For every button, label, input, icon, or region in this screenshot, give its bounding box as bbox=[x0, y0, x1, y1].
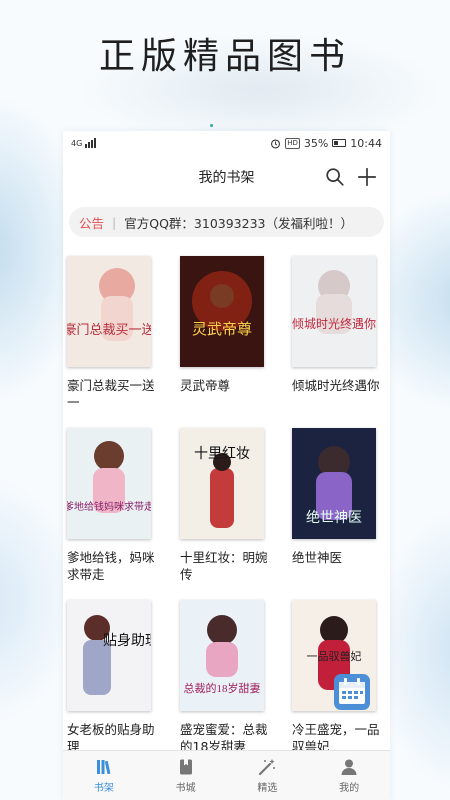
tab-mine[interactable]: 我的 bbox=[308, 751, 390, 800]
book-title: 十里红妆：明婉传 bbox=[180, 550, 268, 582]
book-item[interactable]: 倾城时光终遇你 倾城时光终遇你 bbox=[292, 256, 382, 394]
book-cover[interactable]: 爹地给钱妈咪求带走 bbox=[67, 428, 151, 539]
bottom-tab-bar: 书架 书城 精选 我的 bbox=[63, 750, 390, 800]
plus-icon[interactable] bbox=[356, 166, 378, 188]
bookshelf-icon bbox=[96, 760, 111, 775]
cover-text: 爹地给钱妈咪求带走 bbox=[67, 500, 151, 513]
app-header: 我的书架 bbox=[63, 155, 390, 199]
tab-bookshelf[interactable]: 书架 bbox=[63, 751, 145, 800]
book-cover[interactable]: 灵武帝尊 bbox=[180, 256, 264, 367]
network-type: 4G bbox=[71, 138, 83, 148]
book-cover[interactable]: 豪门总裁买一送 bbox=[67, 256, 151, 367]
battery-icon bbox=[332, 139, 347, 147]
search-icon[interactable] bbox=[324, 166, 346, 188]
calendar-icon[interactable] bbox=[333, 673, 371, 711]
book-title: 倾城时光终遇你 bbox=[292, 378, 380, 393]
alarm-icon bbox=[271, 138, 281, 148]
hd-icon: HD bbox=[285, 137, 300, 149]
notice-bar[interactable]: 公告 | 官方QQ群：310393233（发福利啦！） bbox=[69, 207, 384, 237]
tab-featured[interactable]: 精选 bbox=[227, 751, 309, 800]
notice-tag: 公告 bbox=[79, 215, 105, 231]
user-icon bbox=[341, 759, 357, 775]
book-title: 灵武帝尊 bbox=[180, 378, 231, 393]
page-title: 我的书架 bbox=[198, 170, 255, 186]
cover-text: 灵武帝尊 bbox=[192, 321, 252, 338]
tab-label: 书城 bbox=[175, 783, 196, 794]
status-bar: 4G HD 35% 10:44 bbox=[63, 131, 390, 155]
book-item[interactable]: 灵武帝尊 灵武帝尊 bbox=[180, 256, 270, 394]
cover-text: 豪门总裁买一送 bbox=[67, 322, 151, 337]
battery-percent: 35% bbox=[303, 136, 329, 150]
magic-wand-icon bbox=[259, 759, 276, 776]
cover-text: 十里红妆 bbox=[194, 446, 250, 462]
book-item[interactable]: 十里红妆 十里红妆：明婉传 bbox=[180, 428, 270, 583]
book-item[interactable]: 贴身助理 女老板的贴身助理 bbox=[67, 600, 157, 755]
book-cover[interactable]: 绝世神医 bbox=[292, 428, 376, 539]
book-item[interactable]: 豪门总裁买一送 豪门总裁买一送一 bbox=[67, 256, 157, 411]
book-title: 豪门总裁买一送一 bbox=[67, 378, 155, 410]
book-title: 绝世神医 bbox=[292, 550, 343, 565]
cover-text: 总裁的18岁甜妻 bbox=[184, 681, 261, 695]
clock-time: 10:44 bbox=[350, 136, 382, 150]
book-item[interactable]: 总裁的18岁甜妻 盛宠蜜爱：总裁的18岁甜妻 bbox=[180, 600, 270, 755]
tab-label: 精选 bbox=[257, 783, 278, 794]
book-item[interactable]: 爹地给钱妈咪求带走 爹地给钱，妈咪求带走 bbox=[67, 428, 157, 583]
cover-text: 贴身助理 bbox=[103, 633, 151, 649]
book-cover[interactable]: 倾城时光终遇你 bbox=[292, 256, 376, 367]
book-cover[interactable]: 贴身助理 bbox=[67, 600, 151, 711]
book-item[interactable]: 绝世神医 绝世神医 bbox=[292, 428, 382, 566]
cover-text: 一品驭兽妃 bbox=[307, 649, 362, 663]
banner-title: 正版精品图书 bbox=[98, 36, 351, 77]
promo-banner: 正版精品图书 bbox=[0, 0, 450, 128]
cover-text: 倾城时光终遇你 bbox=[292, 316, 376, 331]
book-title: 爹地给钱，妈咪求带走 bbox=[67, 550, 155, 582]
notice-text: 官方QQ群：310393233（发福利啦！） bbox=[124, 215, 353, 231]
tab-bookstore[interactable]: 书城 bbox=[145, 751, 227, 800]
cover-text: 绝世神医 bbox=[306, 510, 362, 526]
book-cover[interactable]: 十里红妆 bbox=[180, 428, 264, 539]
signal-icon bbox=[85, 138, 97, 148]
tab-label: 我的 bbox=[339, 783, 360, 794]
book-icon bbox=[179, 759, 192, 775]
book-cover[interactable]: 总裁的18岁甜妻 bbox=[180, 600, 264, 711]
notice-separator: | bbox=[112, 214, 117, 230]
tab-label: 书架 bbox=[93, 783, 114, 794]
